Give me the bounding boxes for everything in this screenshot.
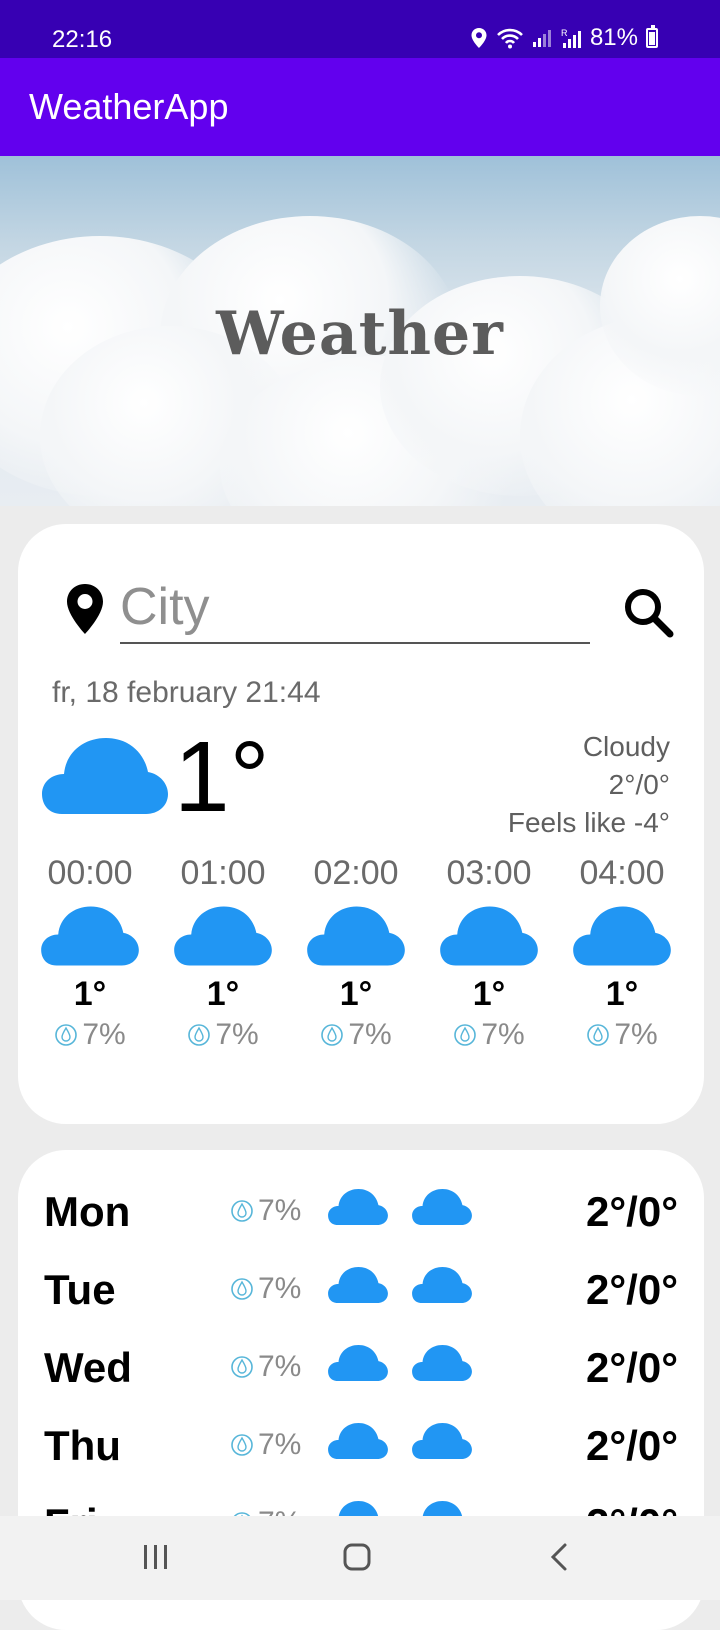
rain-drop-icon bbox=[231, 1200, 253, 1222]
day-rain: 7% bbox=[230, 1428, 301, 1462]
location-icon bbox=[471, 28, 487, 48]
day-rain: 7% bbox=[230, 1194, 301, 1228]
hero-banner: Weather bbox=[0, 156, 720, 506]
cloud-icon bbox=[328, 1344, 388, 1382]
hour-time: 03:00 bbox=[446, 854, 532, 892]
hourly-item: 04:00 1° 7% bbox=[556, 854, 688, 1052]
rain-drop-icon bbox=[231, 1356, 253, 1378]
day-rain-value: 7% bbox=[258, 1194, 302, 1227]
cloud-icon bbox=[412, 1344, 472, 1382]
cloud-icon bbox=[41, 906, 139, 966]
back-icon[interactable] bbox=[548, 1542, 570, 1572]
rain-drop-icon bbox=[55, 1024, 78, 1046]
app-title: WeatherApp bbox=[29, 86, 229, 127]
weekly-row: Mon 7% 2°/0° bbox=[18, 1180, 704, 1250]
day-rain-value: 7% bbox=[258, 1350, 302, 1383]
condition-text: Cloudy bbox=[582, 731, 670, 762]
day-name: Wed bbox=[44, 1344, 132, 1391]
day-temps: 2°/0° bbox=[586, 1188, 678, 1235]
rain-drop-icon bbox=[587, 1024, 610, 1046]
day-rain-value: 7% bbox=[258, 1428, 302, 1461]
weekly-row: Tue 7% 2°/0° bbox=[18, 1258, 704, 1328]
cloud-icon bbox=[328, 1266, 388, 1304]
battery-icon bbox=[646, 25, 658, 48]
hour-time: 02:00 bbox=[313, 854, 399, 892]
rain-drop-icon bbox=[231, 1278, 253, 1300]
cloud-icon bbox=[412, 1422, 472, 1460]
day-name: Mon bbox=[44, 1188, 131, 1235]
hour-temp: 1° bbox=[605, 975, 639, 1013]
location-pin-icon[interactable] bbox=[64, 582, 106, 636]
cloud-icon bbox=[174, 906, 272, 966]
cloud-icon bbox=[573, 906, 671, 966]
cloud-icon bbox=[307, 906, 405, 966]
hourly-item: 00:00 1° 7% bbox=[24, 854, 156, 1052]
rain-drop-icon bbox=[321, 1024, 344, 1046]
hour-rain: 7% bbox=[24, 1018, 156, 1052]
day-temps: 2°/0° bbox=[586, 1344, 678, 1391]
status-time: 22:16 bbox=[52, 26, 113, 53]
day-temps: 2°/0° bbox=[586, 1422, 678, 1469]
battery-text: 81% bbox=[589, 24, 638, 51]
day-name: Tue bbox=[44, 1266, 116, 1313]
cloud-icon bbox=[412, 1188, 472, 1226]
hourly-item: 01:00 1° 7% bbox=[157, 854, 289, 1052]
hour-temp: 1° bbox=[339, 975, 373, 1013]
signal-r-icon: R bbox=[561, 28, 581, 48]
hour-temp: 1° bbox=[73, 975, 107, 1013]
system-nav-bar bbox=[0, 1516, 720, 1600]
recent-apps-icon[interactable] bbox=[142, 1542, 170, 1572]
signal-icon bbox=[532, 30, 551, 47]
cloud-icon bbox=[412, 1266, 472, 1304]
hour-rain: 7% bbox=[157, 1018, 289, 1052]
hour-rain: 7% bbox=[556, 1018, 688, 1052]
current-temperature: 1° bbox=[174, 721, 270, 833]
hour-temp: 1° bbox=[472, 975, 506, 1013]
rain-drop-icon bbox=[188, 1024, 211, 1046]
cloud-icon bbox=[440, 906, 538, 966]
hourly-item: 02:00 1° 7% bbox=[290, 854, 422, 1052]
hour-rain: 7% bbox=[423, 1018, 555, 1052]
hour-rain-value: 7% bbox=[82, 1018, 126, 1051]
hour-rain-value: 7% bbox=[481, 1018, 525, 1051]
hour-time: 00:00 bbox=[47, 854, 133, 892]
search-icon[interactable] bbox=[622, 586, 676, 640]
hour-rain: 7% bbox=[290, 1018, 422, 1052]
hourly-item: 03:00 1° 7% bbox=[423, 854, 555, 1052]
condition-block: Cloudy 2°/0° Feels like -4° bbox=[508, 728, 670, 842]
day-rain-value: 7% bbox=[258, 1272, 302, 1305]
hour-rain-value: 7% bbox=[348, 1018, 392, 1051]
hour-rain-value: 7% bbox=[215, 1018, 259, 1051]
day-rain: 7% bbox=[230, 1272, 301, 1306]
wifi-icon bbox=[497, 28, 523, 49]
rain-drop-icon bbox=[231, 1434, 253, 1456]
rain-drop-icon bbox=[454, 1024, 477, 1046]
cloud-icon bbox=[328, 1422, 388, 1460]
day-rain: 7% bbox=[230, 1350, 301, 1384]
hour-time: 04:00 bbox=[579, 854, 665, 892]
weekly-row: Thu 7% 2°/0° bbox=[18, 1414, 704, 1484]
app-bar: WeatherApp bbox=[0, 58, 720, 156]
hour-rain-value: 7% bbox=[614, 1018, 658, 1051]
status-icons: R 81% bbox=[470, 24, 658, 52]
hero-title: Weather bbox=[216, 299, 504, 369]
day-temps: 2°/0° bbox=[586, 1266, 678, 1313]
cloud-icon bbox=[42, 738, 168, 814]
status-bar: 22:16 R 81% bbox=[0, 0, 720, 58]
home-icon[interactable] bbox=[342, 1542, 372, 1572]
current-date: fr, 18 february 21:44 bbox=[52, 676, 321, 709]
cloud-icon bbox=[328, 1188, 388, 1226]
svg-text:R: R bbox=[561, 28, 568, 38]
hour-temp: 1° bbox=[206, 975, 240, 1013]
hi-lo-text: 2°/0° bbox=[608, 769, 670, 800]
current-weather-card: fr, 18 february 21:44 1° Cloudy 2°/0° Fe… bbox=[18, 524, 704, 1124]
day-name: Thu bbox=[44, 1422, 121, 1469]
feels-like-text: Feels like -4° bbox=[507, 807, 670, 838]
hour-time: 01:00 bbox=[180, 854, 266, 892]
city-search-input[interactable] bbox=[120, 572, 590, 644]
weekly-row: Wed 7% 2°/0° bbox=[18, 1336, 704, 1406]
